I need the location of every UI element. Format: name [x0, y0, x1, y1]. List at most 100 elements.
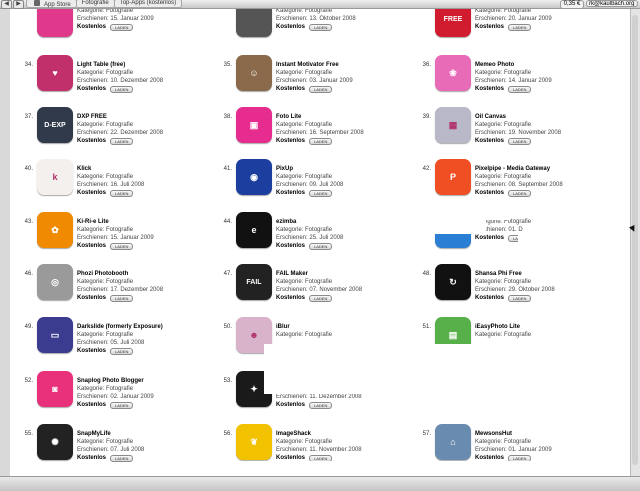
app-name[interactable]: Darkslide (formerly Exposure) [77, 323, 207, 331]
scrollbar-thumb[interactable] [632, 15, 638, 465]
breadcrumb-store[interactable]: App Store [26, 0, 77, 8]
app-icon[interactable]: ▦ [435, 107, 471, 143]
app-name[interactable]: Shansa Phi Free [475, 270, 605, 278]
get-app-button[interactable]: LADEN [309, 294, 333, 302]
app-list-item[interactable]: Kategorie: Fotografie Erschienen: 15. Jan… [18, 9, 198, 51]
app-list-item[interactable]: 34. ♥ Light Table (free) Kategorie: Fotogra… [18, 55, 198, 105]
app-icon[interactable]: ◉ [236, 159, 272, 195]
app-name[interactable]: FAIL Maker [276, 270, 406, 278]
breadcrumb-category[interactable]: Fotografie [75, 0, 115, 8]
app-name[interactable]: SnapMyLife [77, 430, 207, 438]
app-category: Kategorie: Fotografie [475, 174, 532, 180]
account-balance[interactable]: 0,35 € [560, 0, 584, 9]
app-icon[interactable]: ▭ [37, 317, 73, 353]
app-list-item[interactable]: 52. ◙ Snaplog Photo Blogger Kategorie: Foto… [18, 371, 198, 421]
get-app-button[interactable]: LADEN [508, 294, 532, 302]
app-list-item[interactable]: 43. ✿ Ki-Ri-e Lite Kategorie: Fotografie Ers… [18, 212, 198, 262]
app-icon[interactable]: e [236, 212, 272, 248]
app-name[interactable]: MewsonsHut [475, 430, 605, 438]
app-list-item[interactable]: 41. ◉ PixUp Kategorie: Fotografie Erschienen… [217, 159, 397, 209]
forward-button[interactable]: ▶ [13, 0, 24, 9]
app-name[interactable]: Light Table (free) [77, 61, 207, 69]
app-name[interactable]: Pixelpipe - Media Gateway [475, 165, 605, 173]
app-name[interactable]: Phozi Photobooth [77, 270, 207, 278]
get-app-button[interactable]: LADEN [110, 23, 134, 31]
get-app-button[interactable]: LADEN [110, 189, 134, 197]
app-icon[interactable]: FREE [435, 9, 471, 37]
app-list-item[interactable]: 48. ↻ Shansa Phi Free Kategorie: Fotografie… [416, 264, 596, 314]
app-list-item[interactable]: 47. FAIL FAIL Maker Kategorie: Fotografie Er… [217, 264, 397, 314]
app-info: Snaplog Photo Blogger Kategorie: Fotograf… [77, 377, 207, 409]
get-app-button[interactable]: LADEN [110, 242, 134, 250]
app-icon[interactable]: ↻ [435, 264, 471, 300]
get-app-button[interactable]: LADEN [309, 23, 333, 31]
get-app-button[interactable]: LADEN [508, 85, 532, 93]
app-name[interactable]: Oil Canvas [475, 113, 605, 121]
app-price-row: KostenlosLADEN [77, 189, 207, 197]
app-icon[interactable]: ▣ [236, 107, 272, 143]
occlusion-mask [518, 234, 630, 254]
get-app-button[interactable]: LADEN [508, 189, 532, 197]
app-name[interactable]: Ki-Ri-e Lite [77, 218, 207, 226]
app-name[interactable]: iBlur [276, 323, 406, 331]
app-icon[interactable]: ♥ [37, 55, 73, 91]
app-icon[interactable]: ◎ [37, 264, 73, 300]
app-icon[interactable]: ✺ [37, 424, 73, 460]
app-list-item[interactable]: 49. ▭ Darkslide (formerly Exposure) Kategor… [18, 317, 198, 367]
app-name[interactable]: Instant Motivator Free [276, 61, 406, 69]
get-app-button[interactable]: LADEN [110, 294, 134, 302]
app-icon[interactable]: P [435, 159, 471, 195]
app-list-item[interactable]: 38. ▣ Foto Lite Kategorie: Fotografie Erschi… [217, 107, 397, 157]
app-icon[interactable] [236, 9, 272, 37]
app-icon[interactable]: ⌂ [435, 424, 471, 460]
get-app-button[interactable]: LADEN [508, 23, 532, 31]
get-app-button[interactable]: LADEN [508, 137, 532, 145]
app-list-item[interactable]: Kategorie: Fotografie Erschienen: 13. Okt… [217, 9, 397, 51]
app-list-item[interactable]: 44. e ezimba Kategorie: Fotografie Erschiene… [217, 212, 397, 262]
get-app-button[interactable]: LADEN [309, 401, 333, 409]
app-name[interactable]: Memeo Photo [475, 61, 605, 69]
get-app-button[interactable]: LADEN [110, 347, 134, 355]
account-button[interactable]: rk@kaulbach.org [586, 0, 638, 7]
app-name[interactable]: Snaplog Photo Blogger [77, 377, 207, 385]
app-list-item[interactable]: 46. ◎ Phozi Photobooth Kategorie: Fotografi… [18, 264, 198, 314]
breadcrumb-top-apps[interactable]: Top-Apps (kostenlos) [113, 0, 183, 8]
app-list-item[interactable]: FREE Kategorie: Fotografie Erschienen: 20.… [416, 9, 596, 51]
get-app-button[interactable]: LADEN [309, 137, 333, 145]
get-app-button[interactable]: LADEN [309, 189, 333, 197]
app-icon[interactable]: ❦ [236, 424, 272, 460]
app-list-item[interactable]: 40. k Klick Kategorie: Fotografie Erschienen… [18, 159, 198, 209]
app-icon[interactable]: ☺ [236, 55, 272, 91]
app-icon[interactable]: k [37, 159, 73, 195]
vertical-scrollbar[interactable] [630, 9, 640, 476]
get-app-button[interactable]: LADEN [110, 401, 134, 409]
app-icon-glyph: ▣ [249, 119, 259, 130]
get-app-button[interactable]: LADEN [309, 242, 333, 250]
app-name[interactable]: Foto Lite [276, 113, 406, 121]
app-list-item[interactable]: 42. P Pixelpipe - Media Gateway Kategorie: … [416, 159, 596, 209]
rank-number: 37. [24, 114, 33, 120]
get-app-button[interactable]: LADEN [110, 137, 134, 145]
app-name[interactable]: Klick [77, 165, 207, 173]
app-icon[interactable]: ❀ [435, 55, 471, 91]
app-name[interactable]: PixUp [276, 165, 406, 173]
status-bar [0, 476, 640, 491]
app-price: Kostenlos [77, 402, 107, 408]
get-app-button[interactable]: LADEN [110, 85, 134, 93]
app-icon[interactable]: ✿ [37, 212, 73, 248]
app-list-item[interactable]: 37. D-EXP DXP FREE Kategorie: Fotografie Ers… [18, 107, 198, 157]
app-list-item[interactable]: 36. ❀ Memeo Photo Kategorie: Fotografie Ersc… [416, 55, 596, 105]
app-category: Kategorie: Fotografie [77, 227, 134, 233]
app-icon[interactable] [37, 9, 73, 37]
app-list-item[interactable]: 39. ▦ Oil Canvas Kategorie: Fotografie Ersch… [416, 107, 596, 157]
app-icon[interactable]: ◙ [37, 371, 73, 407]
back-button[interactable]: ◀ [1, 0, 12, 9]
app-name[interactable]: DXP FREE [77, 113, 207, 121]
app-list-item[interactable]: 35. ☺ Instant Motivator Free Kategorie: Fot… [217, 55, 397, 105]
app-name[interactable]: iEasyPhoto Lite [475, 323, 605, 331]
app-icon[interactable]: D-EXP [37, 107, 73, 143]
get-app-button[interactable]: LADEN [309, 85, 333, 93]
get-app-button[interactable]: LADEN [110, 454, 134, 462]
app-icon[interactable]: FAIL [236, 264, 272, 300]
app-name[interactable]: ImageShack [276, 430, 406, 438]
